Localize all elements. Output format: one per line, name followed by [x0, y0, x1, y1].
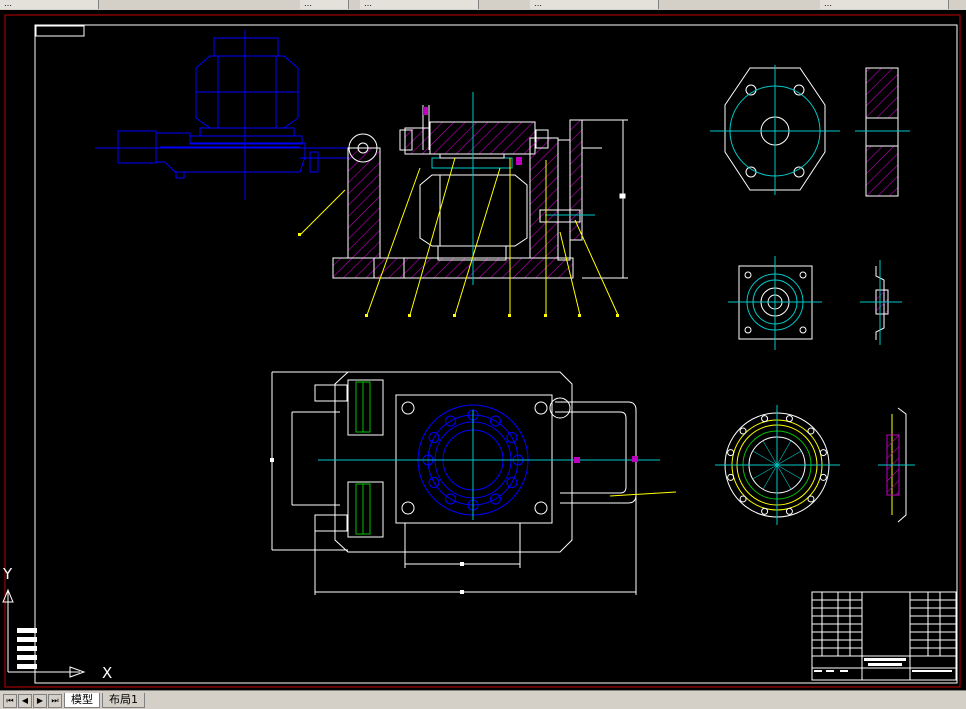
detail-square-plate-section — [875, 266, 889, 340]
frame-label-box — [35, 25, 85, 37]
bolt-hole — [807, 427, 815, 435]
spoke-line — [776, 440, 792, 466]
drawing-canvas[interactable]: Y X — [0, 10, 966, 690]
bolt-hole — [785, 415, 793, 423]
detail-flange-section — [865, 67, 899, 197]
spoke-line — [762, 440, 778, 466]
spoke-line — [776, 464, 792, 490]
bolt-hole — [761, 507, 769, 515]
dimension-mark — [270, 458, 274, 462]
spoke-line — [752, 464, 778, 480]
magenta-marker — [516, 157, 522, 165]
last-tab-button[interactable]: ⏭ — [48, 694, 62, 708]
window-tab-strip: … … … … … — [0, 0, 966, 10]
bolt-hole — [819, 473, 827, 481]
tab-model[interactable]: 模型 — [64, 693, 100, 708]
bolt-hole — [819, 449, 827, 457]
title-block — [811, 591, 957, 681]
layer-stack-marks — [17, 628, 37, 669]
outer-border — [4, 14, 961, 688]
bolt-hole — [807, 495, 815, 503]
magenta-marker — [574, 457, 580, 463]
bolt-hole — [739, 495, 747, 503]
toolbar-tab[interactable]: … — [0, 0, 99, 9]
tab-layout1[interactable]: 布局1 — [102, 693, 145, 708]
bolt-hole — [727, 449, 735, 457]
bolt-hole — [785, 507, 793, 515]
toolbar-tab[interactable]: … — [300, 0, 349, 9]
spoke-line — [776, 464, 802, 480]
bolt-hole — [761, 415, 769, 423]
blue-wrench-assembly — [117, 37, 350, 179]
title-block-text-marks — [814, 658, 952, 672]
toolbar-tab[interactable]: … — [360, 0, 479, 9]
toolbar-tab[interactable]: … — [530, 0, 659, 9]
layout-tab-bar: ⏮ ◀ ▶ ⏭ 模型 布局1 — [0, 690, 966, 709]
spoke-line — [776, 450, 802, 466]
fixture-section — [332, 105, 602, 279]
spoke-line — [762, 464, 778, 490]
bolt-hole — [727, 473, 735, 481]
ucs-x-label: X — [102, 664, 112, 682]
bolt-hole — [739, 427, 747, 435]
spoke-line — [752, 450, 778, 466]
magenta-marker — [632, 456, 638, 462]
dimension-mark — [460, 562, 464, 566]
magenta-marker — [423, 107, 428, 115]
dimension-vertical — [582, 119, 628, 279]
green-clamp-blocks — [355, 381, 371, 535]
dimension-mark — [460, 590, 464, 594]
next-tab-button[interactable]: ▶ — [33, 694, 47, 708]
ucs-icon — [2, 588, 86, 678]
first-tab-button[interactable]: ⏮ — [3, 694, 17, 708]
ucs-y-label: Y — [2, 565, 13, 583]
prev-tab-button[interactable]: ◀ — [18, 694, 32, 708]
toolbar-tab[interactable]: … — [820, 0, 949, 9]
